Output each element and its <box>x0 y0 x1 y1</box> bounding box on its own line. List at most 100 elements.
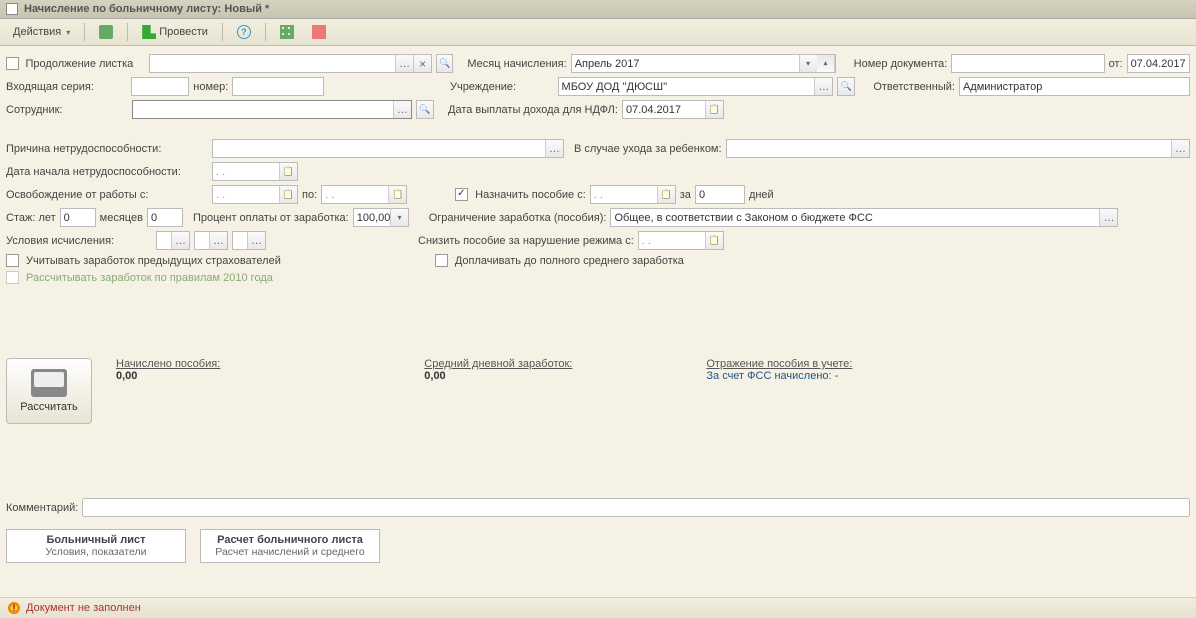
calendar-icon[interactable] <box>279 163 297 180</box>
ndfl-date-label: Дата выплаты дохода для НДФЛ: <box>448 104 618 116</box>
continuation-label: Продолжение листка <box>26 58 134 70</box>
lookup-button[interactable] <box>837 77 855 96</box>
docnum-label: Номер документа: <box>854 58 948 70</box>
new-button[interactable] <box>92 22 120 42</box>
reduce-date-field[interactable]: . . <box>638 231 724 250</box>
system-icon <box>6 3 18 15</box>
date-from-field[interactable]: 07.04.2017 <box>1127 54 1190 73</box>
days-field[interactable]: 0 <box>695 185 745 204</box>
full-avg-checkbox[interactable] <box>435 254 448 267</box>
release-from-field[interactable]: . . <box>212 185 298 204</box>
separator <box>127 23 128 41</box>
employee-label: Сотрудник: <box>6 104 128 116</box>
calculate-button[interactable]: Рассчитать <box>6 358 92 424</box>
assign-label: Назначить пособие с: <box>475 189 586 201</box>
comment-field[interactable] <box>82 498 1190 517</box>
continuation-field[interactable] <box>149 54 432 73</box>
employee-field[interactable] <box>132 100 412 119</box>
number-label: номер: <box>193 81 228 93</box>
dots-icon[interactable] <box>171 232 189 249</box>
flag-icon <box>142 25 156 39</box>
rules2010-checkbox[interactable] <box>6 271 19 284</box>
release-to-field[interactable]: . . <box>321 185 407 204</box>
dots-icon[interactable] <box>393 101 411 118</box>
actions-menu[interactable]: Действия <box>6 23 77 41</box>
accrued-label[interactable]: Начислено пособия: <box>116 358 220 370</box>
chevron-down-icon[interactable] <box>799 55 817 72</box>
calendar-icon[interactable] <box>657 186 675 203</box>
dots-icon[interactable] <box>395 55 413 72</box>
calendar-icon[interactable] <box>279 186 297 203</box>
continuation-checkbox[interactable] <box>6 57 19 70</box>
chevron-up-icon[interactable] <box>817 55 835 72</box>
date-from-label: от: <box>1109 58 1123 70</box>
prev-insurers-checkbox[interactable] <box>6 254 19 267</box>
assign-checkbox[interactable] <box>455 188 468 201</box>
series-field[interactable] <box>131 77 189 96</box>
accrual-month-label: Месяц начисления: <box>467 58 566 70</box>
chevron-down-icon[interactable] <box>390 209 407 226</box>
calendar-icon[interactable] <box>705 232 723 249</box>
ndfl-date-field[interactable]: 07.04.2017 <box>622 100 724 119</box>
child-care-label: В случае ухода за ребенком: <box>574 143 722 155</box>
lookup-button[interactable] <box>436 54 453 73</box>
cond-field-1[interactable] <box>156 231 190 250</box>
calc-cond-label: Условия исчисления: <box>6 235 152 247</box>
limit-label: Ограничение заработка (пособия): <box>429 212 607 224</box>
window-title: Начисление по больничному листу: Новый * <box>24 3 269 15</box>
separator <box>84 23 85 41</box>
tab-sick-leave[interactable]: Больничный лист Условия, показатели <box>6 529 186 563</box>
rules2010-label: Рассчитывать заработок по правилам 2010 … <box>26 272 273 284</box>
reduce-label: Снизить пособие за нарушение режима с: <box>418 235 634 247</box>
lookup-button[interactable] <box>416 100 434 119</box>
accrual-month-field[interactable]: Апрель 2017 <box>571 54 836 73</box>
years-field[interactable]: 0 <box>60 208 96 227</box>
start-label: Дата начала нетрудоспособности: <box>6 166 208 178</box>
tab-subtitle: Условия, показатели <box>21 546 171 558</box>
release-label: Освобождение от работы с: <box>6 189 208 201</box>
reflect-label[interactable]: Отражение пособия в учете: <box>706 358 852 370</box>
docnum-field[interactable] <box>951 54 1104 73</box>
dots-icon[interactable] <box>1099 209 1117 226</box>
dots-icon[interactable] <box>545 140 563 157</box>
cond-field-2[interactable] <box>194 231 228 250</box>
responsible-field[interactable]: Администратор <box>959 77 1190 96</box>
calendar-icon[interactable] <box>388 186 406 203</box>
calculator-icon <box>31 369 67 397</box>
accrued-value: 0,00 <box>116 370 220 382</box>
percent-field[interactable]: 100,00 <box>353 208 409 227</box>
dots-icon[interactable] <box>1171 140 1189 157</box>
help-button[interactable]: ? <box>230 22 258 42</box>
tab-subtitle: Расчет начислений и среднего <box>215 546 365 558</box>
question-icon: ? <box>237 25 251 39</box>
grid-button[interactable] <box>273 22 301 42</box>
avg-value: 0,00 <box>424 370 572 382</box>
dots-icon[interactable] <box>814 78 832 95</box>
tab-title: Расчет больничного листа <box>215 534 365 546</box>
institution-field[interactable]: МБОУ ДОД ''ДЮСШ'' <box>558 77 834 96</box>
limit-field[interactable]: Общее, в соответствии с Законом о бюджет… <box>610 208 1118 227</box>
calendar-icon[interactable] <box>705 101 723 118</box>
exp-years-label: Стаж: лет <box>6 212 56 224</box>
avg-label[interactable]: Средний дневной заработок: <box>424 358 572 370</box>
start-date-field[interactable]: . . <box>212 162 298 181</box>
po-label: по: <box>302 189 317 201</box>
cond-field-3[interactable] <box>232 231 266 250</box>
cause-field[interactable] <box>212 139 564 158</box>
status-text: Документ не заполнен <box>26 602 141 614</box>
clear-icon[interactable] <box>413 55 431 72</box>
child-care-field[interactable] <box>726 139 1190 158</box>
post-button[interactable]: Провести <box>135 22 215 42</box>
form-body: Продолжение листка Месяц начисления: Апр… <box>0 46 1196 529</box>
tree-button[interactable] <box>305 22 333 42</box>
grid-icon <box>280 25 294 39</box>
bottom-tabs: Больничный лист Условия, показатели Расч… <box>0 529 1196 563</box>
tab-calculation[interactable]: Расчет больничного листа Расчет начислен… <box>200 529 380 563</box>
dots-icon[interactable] <box>209 232 227 249</box>
number-field[interactable] <box>232 77 324 96</box>
fss-link[interactable]: За счет ФСС начислено: - <box>706 370 852 382</box>
months-field[interactable]: 0 <box>147 208 183 227</box>
warning-icon: ! <box>8 602 20 614</box>
dots-icon[interactable] <box>247 232 265 249</box>
assign-date-field[interactable]: . . <box>590 185 676 204</box>
